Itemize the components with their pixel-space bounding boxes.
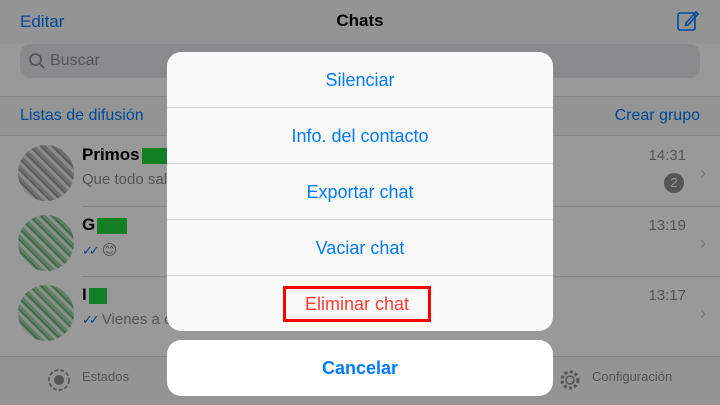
delete-chat-label[interactable]: Eliminar chat	[286, 289, 428, 319]
mute-button[interactable]: Silenciar	[167, 52, 553, 108]
cancel-button[interactable]: Cancelar	[167, 340, 553, 396]
highlight-box: Eliminar chat	[283, 286, 431, 322]
export-chat-button[interactable]: Exportar chat	[167, 164, 553, 220]
clear-chat-button[interactable]: Vaciar chat	[167, 220, 553, 276]
contact-info-button[interactable]: Info. del contacto	[167, 108, 553, 164]
action-sheet: Silenciar Info. del contacto Exportar ch…	[167, 52, 553, 331]
